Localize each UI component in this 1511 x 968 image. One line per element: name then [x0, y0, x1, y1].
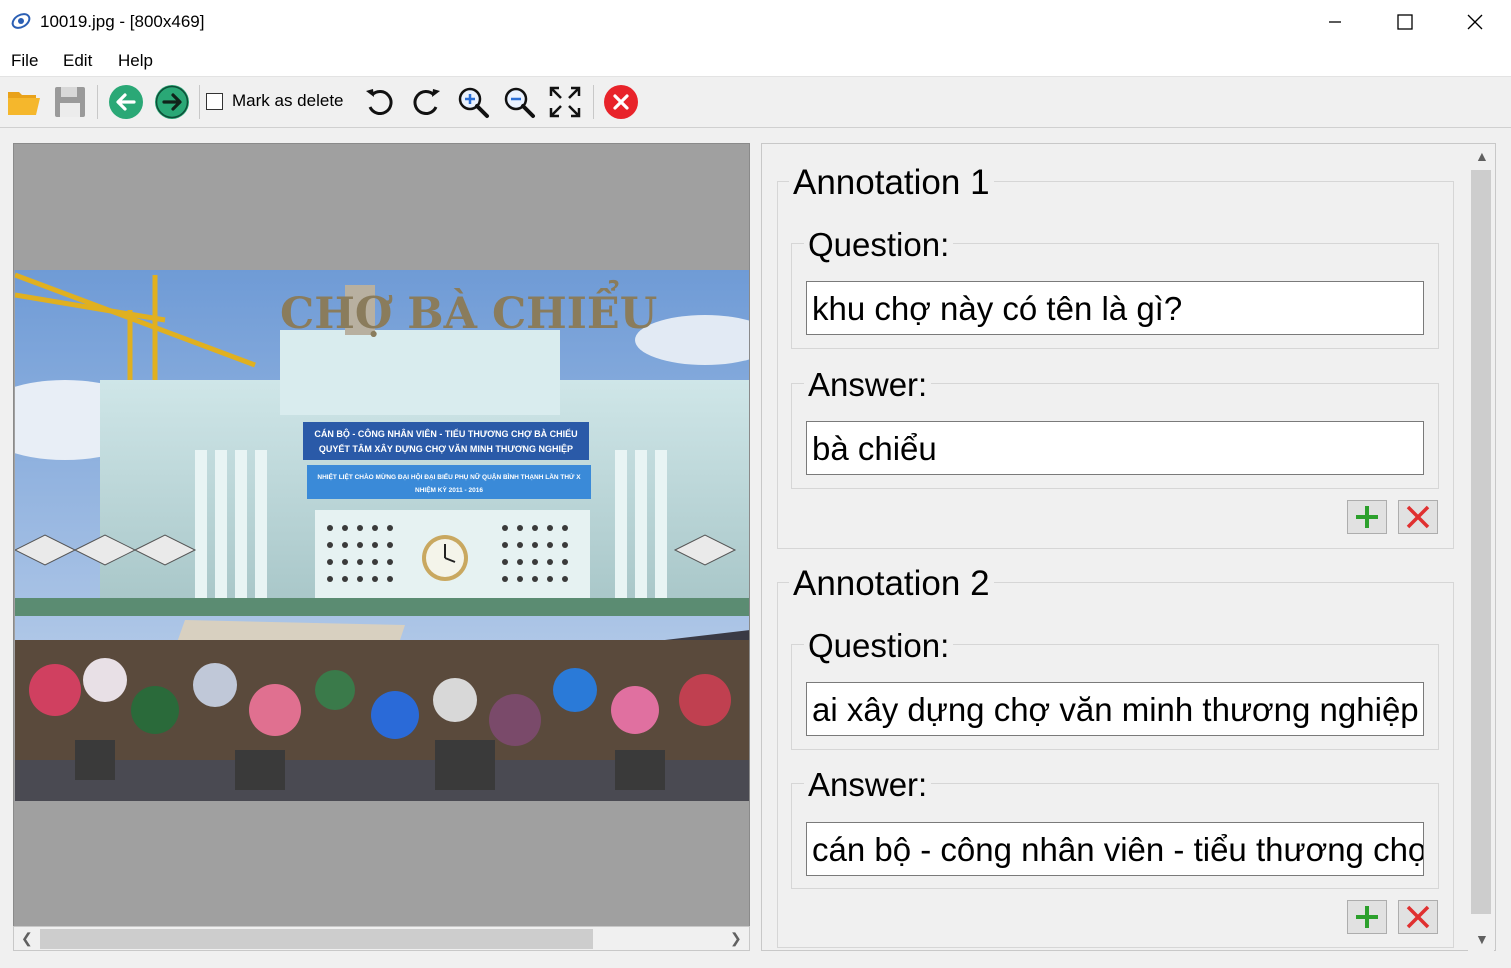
horizontal-scrollbar[interactable]: ❮ ❯ — [13, 926, 750, 951]
toolbar-separator — [97, 85, 98, 119]
zoom-in-icon — [458, 87, 489, 118]
x-icon — [1406, 505, 1430, 529]
answer-label: Answer: — [804, 366, 932, 404]
rotate-left-icon — [366, 89, 393, 115]
rotate-right-icon — [413, 89, 440, 115]
remove-annotation-button[interactable] — [1398, 500, 1438, 534]
question-label: Question: — [804, 226, 954, 264]
toolbar-separator — [593, 85, 594, 119]
question-value: khu chợ này có tên là gì? — [812, 290, 1183, 327]
close-circle-icon — [604, 85, 638, 119]
arrow-left-icon — [109, 85, 143, 119]
arrow-right-icon — [155, 85, 189, 119]
checkbox-box[interactable] — [206, 92, 223, 110]
question-value: ai xây dựng chợ văn minh thương nghiệp — [812, 691, 1419, 728]
menu-edit[interactable]: Edit — [63, 51, 92, 71]
market-photo: CHỢ BÀ CHIỂU CÁN BỘ - CÔNG NHÂN VIÊN - T… — [15, 270, 749, 801]
zoom-in-button[interactable] — [454, 83, 492, 121]
scroll-left-icon[interactable]: ❮ — [21, 930, 33, 947]
question-label: Question: — [804, 627, 954, 665]
save-button[interactable] — [51, 83, 89, 121]
plus-icon — [1356, 506, 1378, 528]
remove-annotation-button[interactable] — [1398, 900, 1438, 934]
mark-delete-checkbox[interactable]: Mark as delete — [206, 91, 344, 111]
fit-window-button[interactable] — [546, 83, 584, 121]
zoom-out-icon — [504, 87, 535, 118]
banner-line-1: CÁN BỘ - CÔNG NHÂN VIÊN - TIỂU THƯƠNG CH… — [314, 428, 577, 439]
app-icon — [11, 13, 31, 29]
folder-open-icon — [8, 92, 40, 115]
minimize-icon — [1329, 21, 1341, 23]
vertical-scrollbar[interactable]: ▲ ▼ — [1468, 145, 1494, 951]
minimize-button[interactable] — [1300, 0, 1370, 44]
scroll-down-icon[interactable]: ▼ — [1475, 931, 1489, 947]
title-bar: 10019.jpg - [800x469] — [0, 0, 1511, 44]
question-input[interactable]: ai xây dựng chợ văn minh thương nghiệp — [806, 682, 1424, 736]
image-viewer[interactable]: CHỢ BÀ CHIỂU CÁN BỘ - CÔNG NHÂN VIÊN - T… — [13, 143, 750, 951]
menu-help[interactable]: Help — [118, 51, 153, 71]
next-button[interactable] — [153, 83, 191, 121]
x-icon — [1406, 905, 1430, 929]
answer-input[interactable]: cán bộ - công nhân viên - tiểu thương ch… — [806, 822, 1424, 876]
scroll-right-icon[interactable]: ❯ — [730, 930, 742, 947]
banner2-line-2: NHIỆM KỲ 2011 - 2016 — [415, 485, 483, 494]
open-folder-button[interactable] — [5, 83, 43, 121]
banner-line-2: QUYẾT TÂM XÂY DỰNG CHỢ VĂN MINH THƯƠNG N… — [319, 443, 573, 454]
annotation-title: Annotation 1 — [789, 163, 994, 203]
answer-label: Answer: — [804, 766, 932, 804]
toolbar-separator — [199, 85, 200, 119]
close-icon — [1467, 14, 1483, 30]
menu-bar: File Edit Help — [0, 44, 1511, 76]
add-annotation-button[interactable] — [1347, 900, 1387, 934]
previous-button[interactable] — [107, 83, 145, 121]
add-annotation-button[interactable] — [1347, 500, 1387, 534]
annotation-title: Annotation 2 — [789, 564, 994, 604]
answer-value: bà chiểu — [812, 430, 937, 467]
menu-file[interactable]: File — [11, 51, 38, 71]
close-window-button[interactable] — [1440, 0, 1510, 44]
expand-icon — [549, 86, 581, 118]
maximize-button[interactable] — [1370, 0, 1440, 44]
close-image-button[interactable] — [602, 83, 640, 121]
plus-icon — [1356, 906, 1378, 928]
toolbar: Mark as delete — [0, 76, 1511, 128]
maximize-icon — [1397, 14, 1413, 30]
question-input[interactable]: khu chợ này có tên là gì? — [806, 281, 1424, 335]
rotate-right-button[interactable] — [407, 83, 445, 121]
answer-input[interactable]: bà chiểu — [806, 421, 1424, 475]
answer-value: cán bộ - công nhân viên - tiểu thương ch… — [812, 831, 1424, 868]
mark-delete-label: Mark as delete — [232, 91, 344, 110]
window-title: 10019.jpg - [800x469] — [40, 12, 205, 31]
save-icon — [55, 87, 85, 117]
scroll-up-icon[interactable]: ▲ — [1475, 148, 1489, 164]
rotate-left-button[interactable] — [361, 83, 399, 121]
zoom-out-button[interactable] — [500, 83, 538, 121]
vertical-scroll-thumb[interactable] — [1471, 170, 1491, 914]
horizontal-scroll-thumb[interactable] — [40, 929, 593, 949]
